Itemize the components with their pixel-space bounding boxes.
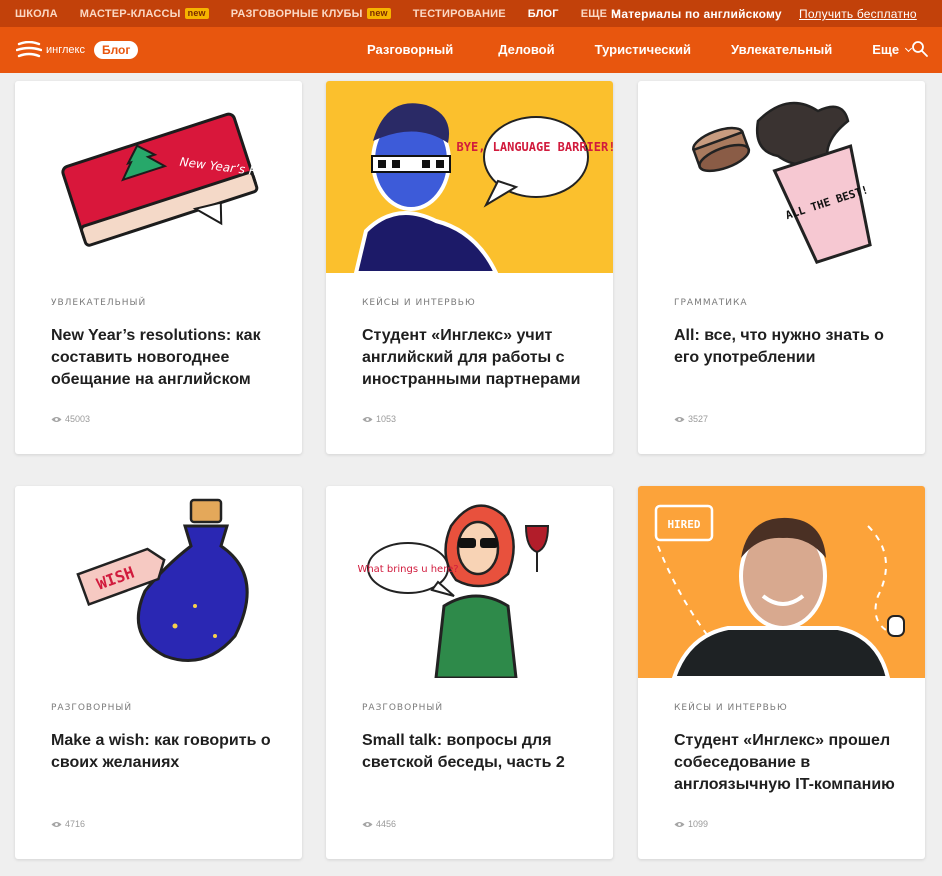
logo-text: инглекс	[46, 44, 85, 56]
article-card[interactable]: BYE, LANGUAGE BARRIER! КЕЙСЫ И ИНТЕРВЬЮ …	[326, 81, 613, 454]
eye-icon	[51, 416, 62, 422]
speech-text: BYE, LANGUAGE BARRIER!	[457, 140, 613, 154]
top-nav-masterclasses[interactable]: МАСТЕР-КЛАССЫ new	[80, 8, 209, 20]
eye-icon	[674, 416, 685, 422]
eye-icon	[362, 821, 373, 827]
article-title[interactable]: Студент «Инглекс» учит английский для ра…	[362, 325, 587, 391]
woman-with-wine-illustration: What brings u here?	[357, 504, 550, 678]
new-badge: new	[184, 8, 209, 19]
article-title[interactable]: Small talk: вопросы для светской беседы,…	[362, 730, 587, 774]
article-card[interactable]: ALL THE BEST! ГРАММАТИКА All: все, что н…	[638, 81, 925, 454]
article-category: РАЗГОВОРНЫЙ	[51, 703, 133, 713]
blog-pill[interactable]: Блог	[93, 41, 139, 59]
article-card[interactable]: WISH РАЗГОВОРНЫЙ Make a wish: как говори…	[15, 486, 302, 859]
top-nav: ШКОЛА МАСТЕР-КЛАССЫ new РАЗГОВОРНЫЕ КЛУБЫ…	[0, 8, 641, 20]
top-bar: ШКОЛА МАСТЕР-КЛАССЫ new РАЗГОВОРНЫЕ КЛУБЫ…	[0, 0, 942, 27]
article-title[interactable]: All: все, что нужно знать о его употребл…	[674, 325, 899, 369]
eye-icon	[51, 821, 62, 827]
article-card[interactable]: HIRED КЕЙСЫ И ИНТЕРВЬЮ Студент «Инглекс»…	[638, 486, 925, 859]
search-icon[interactable]	[911, 40, 929, 58]
hired-text: HIRED	[667, 518, 700, 531]
article-category: КЕЙСЫ И ИНТЕРВЬЮ	[362, 298, 476, 308]
nav-travel[interactable]: Туристический	[595, 42, 691, 57]
coffee-cup-illustration: ALL THE BEST!	[691, 101, 872, 265]
wish-potion-illustration: WISH	[76, 498, 249, 662]
article-image: What brings u here?	[326, 486, 613, 678]
view-count: 3527	[674, 414, 708, 424]
man-with-glasses-illustration: BYE, LANGUAGE BARRIER!	[353, 103, 613, 273]
logo-icon	[16, 41, 42, 58]
article-image: WISH	[15, 486, 302, 678]
top-nav-blog[interactable]: БЛОГ	[528, 8, 559, 20]
article-category: КЕЙСЫ И ИНТЕРВЬЮ	[674, 703, 788, 713]
article-title[interactable]: Студент «Инглекс» прошел собеседование в…	[674, 730, 899, 796]
eye-icon	[362, 416, 373, 422]
article-title[interactable]: Make a wish: как говорить о своих желани…	[51, 730, 276, 774]
view-count: 1053	[362, 414, 396, 424]
article-category: УВЛЕКАТЕЛЬНЫЙ	[51, 298, 147, 308]
view-count: 45003	[51, 414, 90, 424]
top-nav-school[interactable]: ШКОЛА	[15, 8, 58, 20]
view-count: 4456	[362, 819, 396, 829]
article-category: ГРАММАТИКА	[674, 298, 748, 308]
nav-more[interactable]: Еще	[872, 42, 913, 57]
hired-man-illustration: HIRED	[654, 504, 905, 678]
get-free-link[interactable]: Получить бесплатно	[799, 7, 917, 21]
article-card[interactable]: New Year’s Resolutions УВЛЕКАТЕЛЬНЫЙ New…	[15, 81, 302, 454]
promo-text: Материалы по английскому	[611, 7, 782, 21]
nav-speaking[interactable]: Разговорный	[367, 42, 453, 57]
article-title[interactable]: New Year’s resolutions: как составить но…	[51, 325, 276, 391]
new-badge: new	[366, 8, 391, 19]
header-nav: Разговорный Деловой Туристический Увлека…	[367, 42, 913, 57]
article-image: HIRED	[638, 486, 925, 678]
main-header: инглекс Блог Разговорный Деловой Туристи…	[0, 27, 942, 73]
red-book-illustration: New Year’s Resolutions	[61, 112, 302, 247]
view-count: 1099	[674, 819, 708, 829]
view-count: 4716	[51, 819, 85, 829]
article-image: ALL THE BEST!	[638, 81, 925, 273]
article-image: BYE, LANGUAGE BARRIER!	[326, 81, 613, 273]
article-card[interactable]: What brings u here? РАЗГОВОРНЫЙ Small ta…	[326, 486, 613, 859]
speech-text: What brings u here?	[357, 564, 458, 575]
article-category: РАЗГОВОРНЫЙ	[362, 703, 444, 713]
eye-icon	[674, 821, 685, 827]
article-image: New Year’s Resolutions	[15, 81, 302, 273]
top-nav-speaking-clubs[interactable]: РАЗГОВОРНЫЕ КЛУБЫ new	[231, 8, 391, 20]
nav-business[interactable]: Деловой	[498, 42, 554, 57]
top-nav-testing[interactable]: ТЕСТИРОВАНИЕ	[413, 8, 506, 20]
logo[interactable]: инглекс Блог	[16, 41, 139, 59]
nav-fun[interactable]: Увлекательный	[731, 42, 832, 57]
